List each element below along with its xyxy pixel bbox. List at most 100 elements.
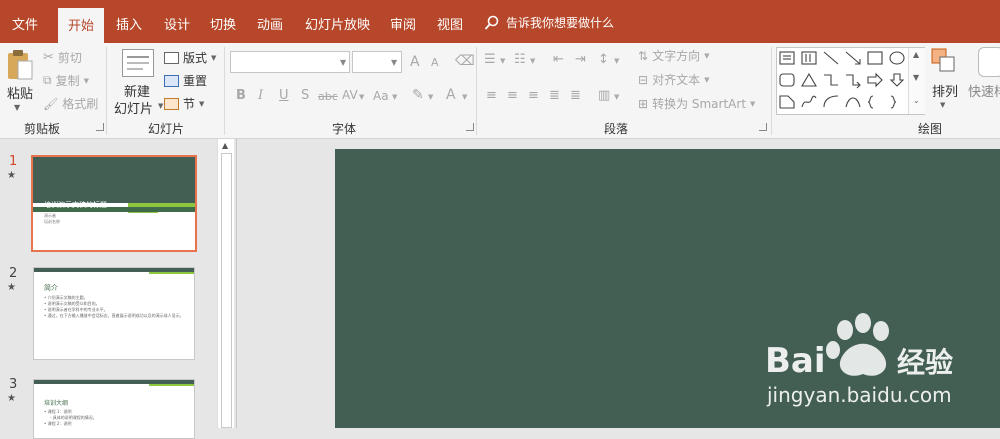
grow-font-button[interactable]: A [410,54,420,70]
line-spacing-icon[interactable]: ↕ [598,52,609,67]
star-icon: ★ [7,393,16,404]
launcher-icon[interactable] [96,123,104,131]
layout-button[interactable]: 版式 ▼ [164,49,216,66]
convert-smartart-button[interactable]: ⊞ 转换为 SmartArt ▼ [638,95,755,112]
font-color-button[interactable]: A [446,87,456,103]
align-left-icon[interactable]: ≡ [486,88,497,103]
decrease-indent-icon[interactable]: ⇤ [553,52,564,67]
highlight-icon[interactable]: ✎ [412,87,424,103]
format-painter-button[interactable]: 🖌 格式刷 [43,95,98,112]
reset-button[interactable]: 重置 [164,72,207,89]
gallery-scroll[interactable]: ▲ ▼ ⌄ [908,48,925,114]
slide-thumbnail-pane[interactable]: 1 ★ 培训演示文稿的标题 演示者 培训名称 2 ★ 简介 • 介绍演示文稿的主… [0,139,236,439]
distribute-icon[interactable]: ≣ [570,88,581,103]
chevron-down-icon[interactable]: ▼ [391,58,397,67]
clear-format-icon[interactable]: ⌫ [455,53,475,69]
quick-styles-button[interactable]: 快速样 [968,81,1000,100]
group-divider [476,47,477,135]
chevron-down-icon[interactable]: ▼ [392,93,397,101]
chevron-down-icon[interactable]: ▼ [359,93,364,101]
chevron-down-icon[interactable]: ▼ [14,103,20,112]
format-painter-label: 格式刷 [62,97,99,111]
arrange-button[interactable]: 排列 [932,81,958,100]
shadow-button[interactable]: S [301,88,309,103]
columns-icon[interactable]: ▥ [598,88,610,103]
slide-1-subtitle-2: 培训名称 [44,219,60,224]
quick-styles-icon[interactable] [978,47,1000,77]
slide-thumbnail-2[interactable]: 简介 • 介绍演示文稿的主题。 • 说明演示文稿的受众和目的。 • 说明演示者在… [33,267,195,360]
scissors-icon: ✂ [43,50,54,65]
layout-icon [164,51,179,64]
star-icon: ★ [7,170,16,181]
chevron-down-icon[interactable]: ▼ [340,58,346,67]
tab-insert[interactable]: 插入 [116,14,142,33]
chevron-down-icon[interactable]: ▼ [913,73,919,82]
launcher-icon[interactable] [466,123,474,131]
slide-thumbnail-3[interactable]: 培训大纲 • 课程 1：说明 - 具体的说明课程的情况。 • 课程 2：说明 [33,379,195,439]
increase-indent-icon[interactable]: ⇥ [575,52,586,67]
chevron-down-icon[interactable]: ▼ [530,57,535,65]
brush-icon: 🖌 [43,96,59,111]
underline-button[interactable]: U [279,88,289,103]
slide-3-body: • 课程 1：说明 - 具体的说明课程的情况。 • 课程 2：说明 [44,409,190,427]
chevron-down-icon: ▼ [83,76,89,85]
watermark-url: jingyan.baidu.com [766,383,952,407]
tell-me-box[interactable]: 告诉我你想要做什么 [484,14,614,31]
chevron-down-icon[interactable]: ▼ [462,93,467,101]
group-label-font: 字体 [332,122,357,136]
paste-button[interactable]: 粘贴 [7,83,33,102]
tab-transitions[interactable]: 切换 [210,14,236,33]
layout-label: 版式 [183,51,208,65]
numbering-icon[interactable]: ☷ [514,52,526,67]
gallery-more-icon[interactable]: ⌄ [913,96,920,105]
slide-number: 3 [9,377,18,392]
chevron-down-icon[interactable]: ▼ [614,57,619,65]
italic-button[interactable]: I [258,88,263,103]
scrollbar-thumb[interactable] [221,153,232,428]
chevron-down-icon[interactable]: ▼ [940,101,945,109]
tab-view[interactable]: 视图 [437,14,463,33]
bullets-icon[interactable]: ☰ [484,52,496,67]
section-button[interactable]: 节 ▼ [164,95,204,112]
shapes-gallery[interactable]: ▲ ▼ ⌄ [776,47,925,115]
slide-3-title: 培训大纲 [44,400,69,407]
align-text-button[interactable]: ⊟ 对齐文本 ▼ [638,71,709,88]
text-direction-button[interactable]: ⇅ 文字方向 ▼ [638,47,709,64]
section-icon [164,97,179,110]
justify-icon[interactable]: ≣ [549,88,560,103]
new-slide-label-2[interactable]: 幻灯片 [114,98,153,117]
tab-design[interactable]: 设计 [164,14,190,33]
group-label-drawing: 绘图 [918,122,943,136]
tab-slideshow[interactable]: 幻灯片放映 [305,14,370,33]
bold-button[interactable]: B [236,88,246,103]
paste-icon[interactable] [6,47,34,81]
char-spacing-button[interactable]: AV [342,88,358,102]
bullet-item: • 通过，在下方输入播放中会话标志，直着展示说明成功以及的演示成人显示。 [44,313,184,318]
chevron-down-icon[interactable]: ▼ [158,102,163,110]
strikethrough-button[interactable]: abc [318,90,338,103]
thumbnail-scrollbar[interactable]: ▲ [217,139,234,428]
change-case-button[interactable]: Aa [373,89,389,103]
tab-review[interactable]: 审阅 [390,14,416,33]
tab-file[interactable]: 文件 [12,14,38,33]
tell-me-text: 告诉我你想要做什么 [506,16,615,30]
chevron-down-icon[interactable]: ▼ [614,93,619,101]
group-label-slides: 幻灯片 [148,122,185,136]
cut-button[interactable]: ✂ 剪切 [43,49,82,66]
chevron-up-icon[interactable]: ▲ [222,141,228,150]
align-right-icon[interactable]: ≡ [528,88,539,103]
tab-animations[interactable]: 动画 [257,14,283,33]
new-slide-icon[interactable] [122,49,154,77]
tab-home[interactable]: 开始 [58,8,105,43]
copy-button[interactable]: ⧉ 复制 ▼ [43,72,89,89]
shrink-font-button[interactable]: A [431,56,439,69]
align-center-icon[interactable]: ≡ [507,88,518,103]
chevron-down-icon: ▼ [211,53,217,62]
slide-thumbnail-1[interactable]: 培训演示文稿的标题 演示者 培训名称 [31,155,197,252]
chevron-down-icon[interactable]: ▼ [500,57,505,65]
chevron-down-icon[interactable]: ▼ [428,93,433,101]
chevron-up-icon[interactable]: ▲ [913,50,919,59]
launcher-icon[interactable] [759,123,767,131]
arrange-icon[interactable] [930,47,958,77]
font-name-input[interactable] [230,51,350,73]
